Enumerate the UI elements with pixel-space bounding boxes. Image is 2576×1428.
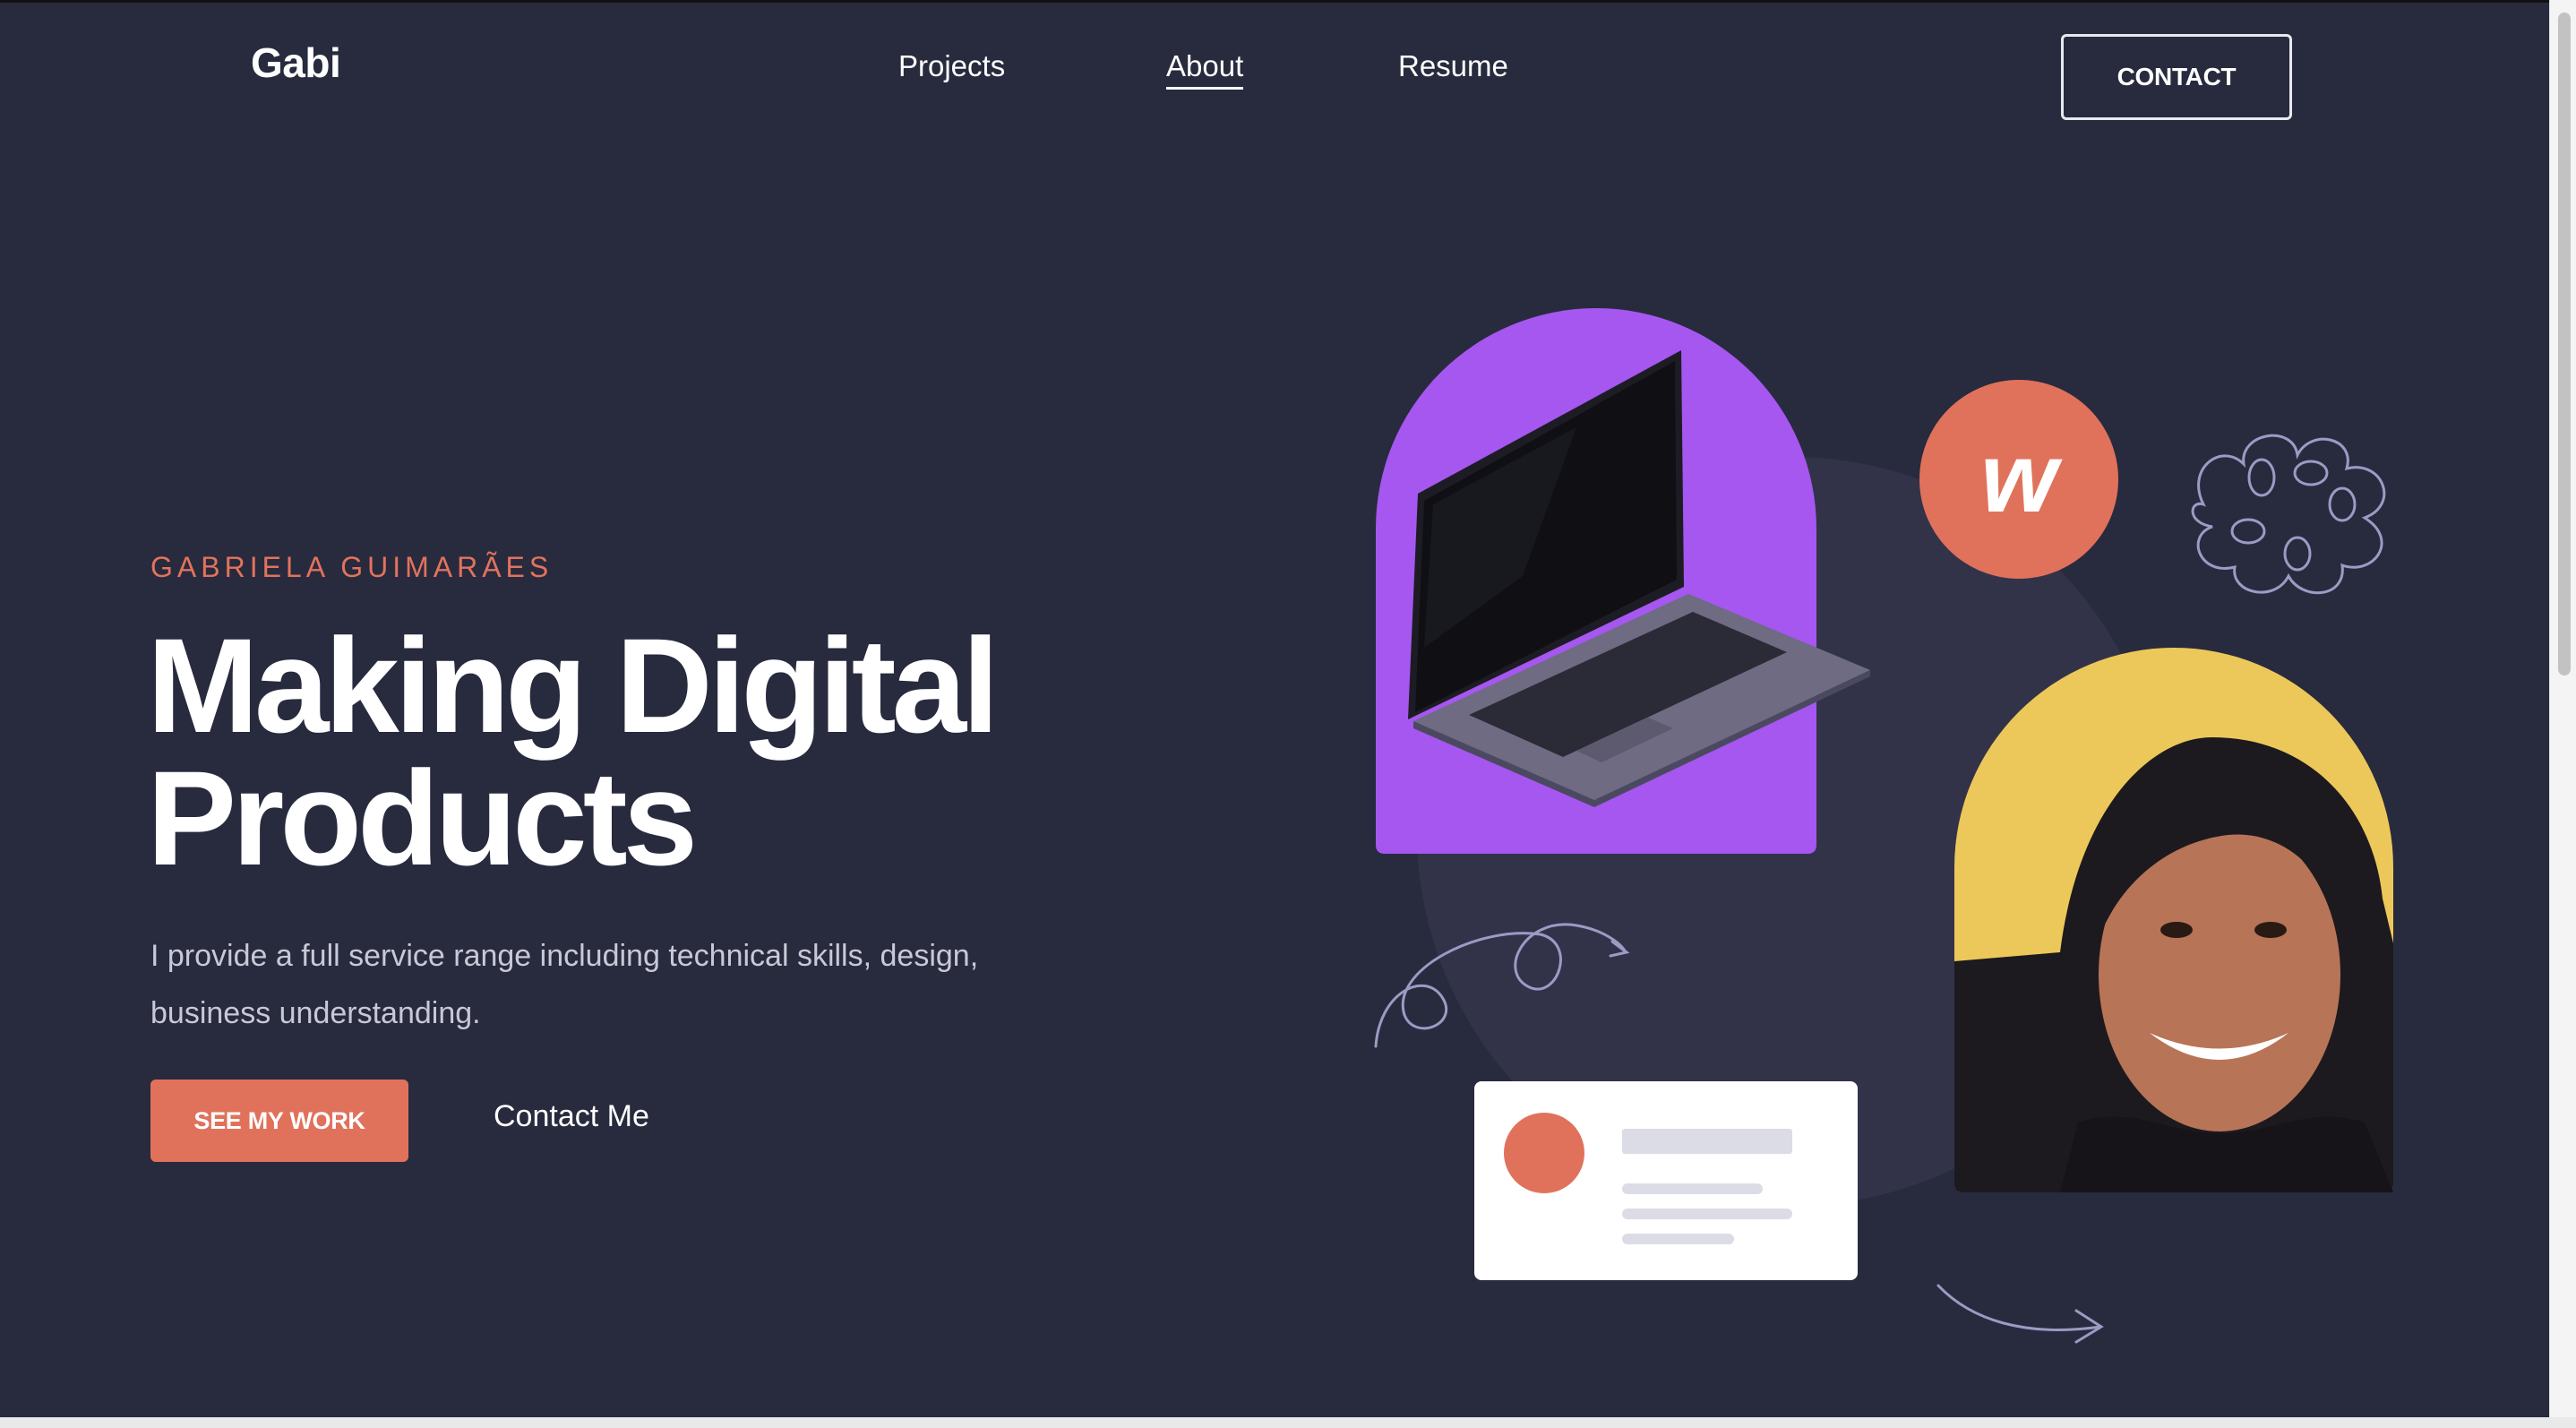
hero-illustration: w — [1374, 308, 2393, 1344]
vertical-scrollbar[interactable] — [2549, 0, 2576, 1417]
scrollbar-thumb[interactable] — [2558, 13, 2571, 675]
profile-card — [1474, 1081, 1858, 1280]
window-bottom-edge — [0, 1417, 2576, 1428]
arrow-doodle-icon — [1936, 1284, 2104, 1344]
cloud-doodle-icon — [2191, 434, 2386, 595]
profile-photo — [1954, 648, 2393, 1192]
page-viewport: Gabi Projects About Resume CONTACT GABRI… — [0, 0, 2549, 1417]
webflow-badge-letter: w — [1980, 423, 2063, 533]
